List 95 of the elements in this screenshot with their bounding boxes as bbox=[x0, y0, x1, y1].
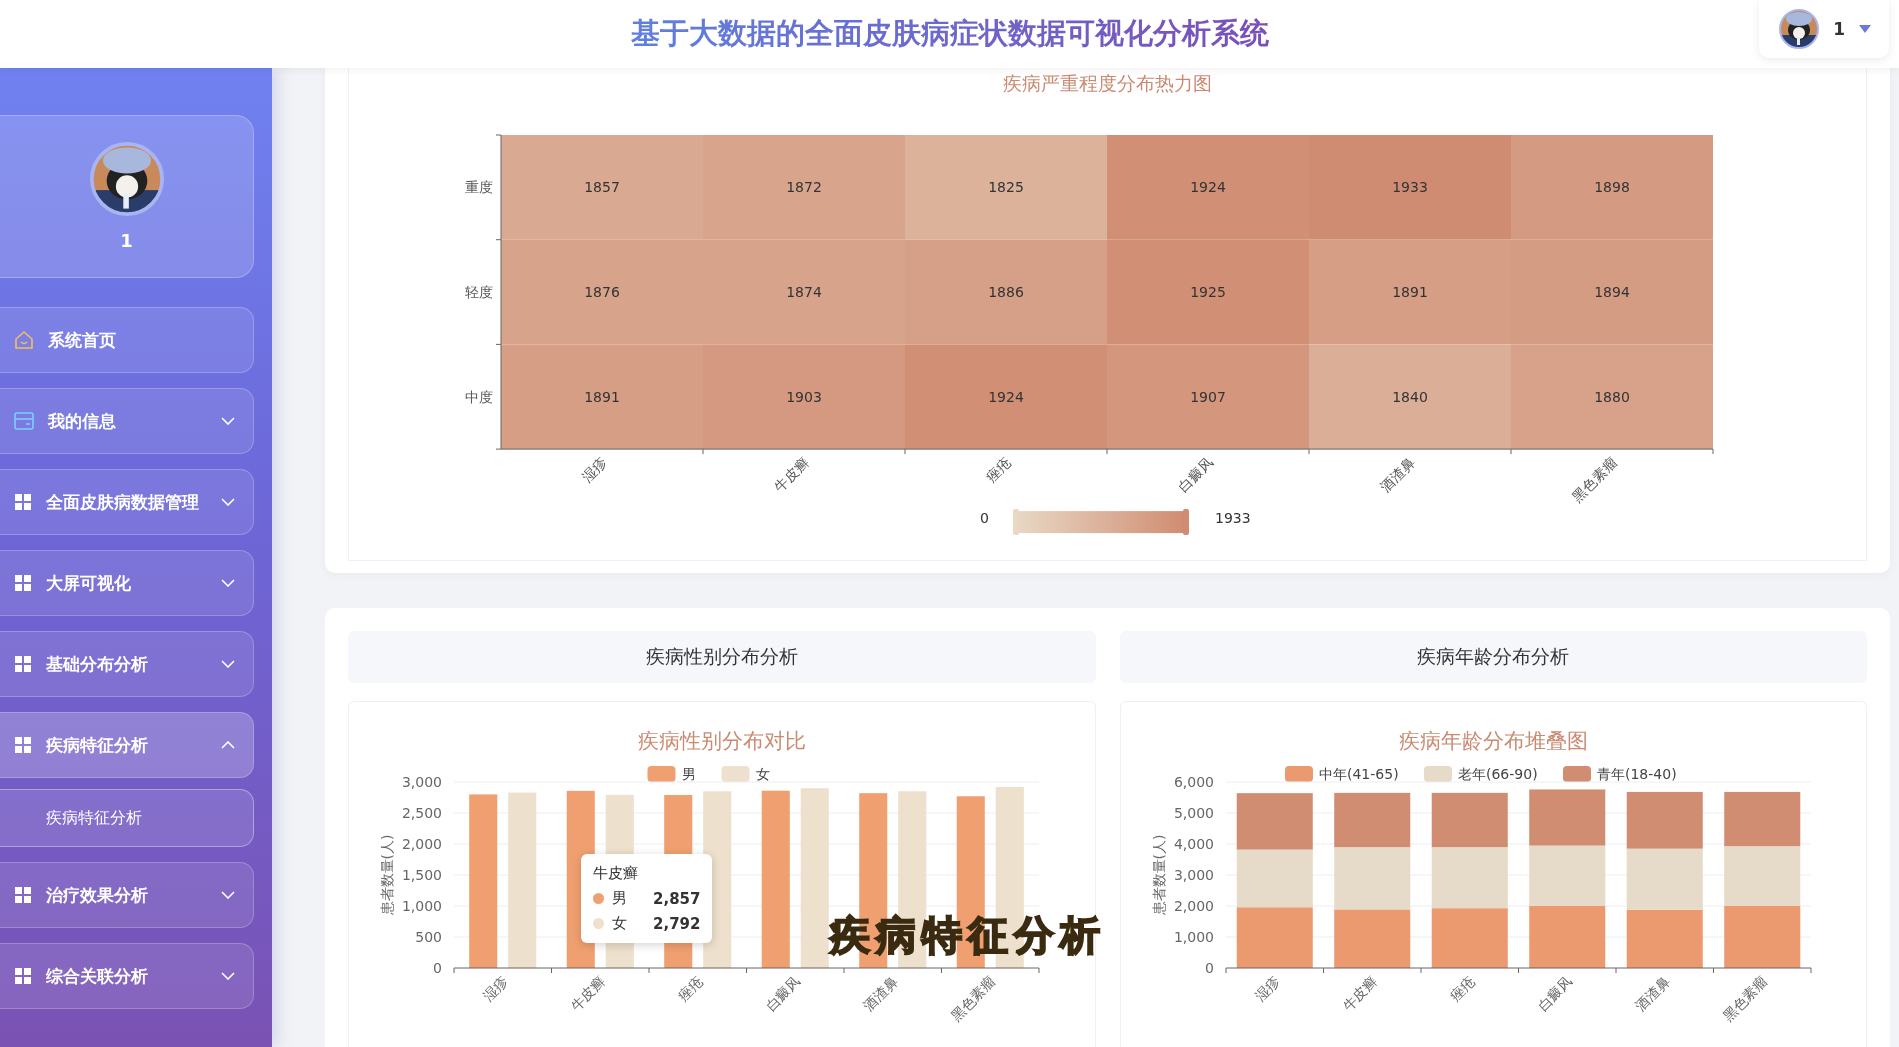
legend-item[interactable]: 老年(66-90) bbox=[1423, 766, 1538, 782]
axis-label: 牛皮癣 bbox=[567, 972, 609, 1014]
axis-label: 黑色素瘤 bbox=[1569, 453, 1621, 505]
cell-value: 1872 bbox=[786, 179, 822, 196]
menu-item[interactable]: 我的信息 bbox=[0, 388, 254, 454]
axis-label: 重度 bbox=[465, 179, 493, 196]
grid-icon bbox=[14, 574, 32, 592]
axis-label: 痤疮 bbox=[983, 453, 1015, 485]
menu-item[interactable]: 基础分布分析 bbox=[0, 631, 254, 697]
tick-label: 3,000 bbox=[401, 774, 442, 790]
tick-label: 1,000 bbox=[401, 898, 442, 914]
chart-title: 疾病性别分布对比 bbox=[637, 729, 806, 753]
axis-title: 患者数量(人) bbox=[379, 834, 395, 916]
tick-label: 6,000 bbox=[1173, 774, 1214, 790]
axis-label: 痤疮 bbox=[674, 972, 706, 1004]
grid-icon bbox=[14, 736, 32, 754]
cell-value: 1891 bbox=[1392, 284, 1428, 301]
tick-label: 4,000 bbox=[1173, 836, 1214, 852]
axis-label: 酒渣鼻 bbox=[1631, 972, 1673, 1014]
chart-title: 疾病严重程度分布热力图 bbox=[1003, 72, 1212, 95]
cell-value: 1857 bbox=[584, 179, 620, 196]
cell-value: 1903 bbox=[786, 388, 822, 405]
cell-value: 1924 bbox=[988, 388, 1024, 405]
cell-value: 1933 bbox=[1392, 179, 1428, 196]
axis-label: 湿疹 bbox=[1251, 972, 1283, 1004]
axis-label: 白癜风 bbox=[762, 972, 804, 1014]
user-menu[interactable]: 1 bbox=[1759, 0, 1889, 58]
menu-item[interactable]: 综合关联分析 bbox=[0, 943, 254, 1009]
tick-label: 2,000 bbox=[401, 836, 442, 852]
axis-label: 痤疮 bbox=[1446, 972, 1478, 1004]
legend-label: 中年(41-65) bbox=[1318, 766, 1399, 782]
legend-item[interactable]: 中年(41-65) bbox=[1284, 766, 1399, 782]
tick-label: 1,500 bbox=[401, 867, 442, 883]
legend-label: 老年(66-90) bbox=[1457, 766, 1538, 782]
cell-value: 1898 bbox=[1594, 179, 1630, 196]
home-icon bbox=[14, 330, 34, 350]
chart-title: 疾病年龄分布堆叠图 bbox=[1398, 729, 1588, 753]
axis-title: 患者数量(人) bbox=[1150, 834, 1167, 916]
axis-label: 轻度 bbox=[465, 284, 493, 301]
tick-label: 5,000 bbox=[1173, 805, 1214, 821]
legend-item[interactable]: 青年(18-40) bbox=[1562, 766, 1677, 782]
submenu-item[interactable]: 疾病特征分析 bbox=[0, 789, 254, 847]
cell-value: 1891 bbox=[584, 388, 620, 405]
cell-value: 1886 bbox=[988, 284, 1024, 301]
grid-icon bbox=[14, 655, 32, 673]
panel-heading: 疾病年龄分布分析 bbox=[1119, 631, 1867, 683]
legend-label: 青年(18-40) bbox=[1596, 766, 1677, 782]
cell-value: 1925 bbox=[1190, 284, 1226, 301]
legend-label: 男 bbox=[681, 766, 696, 782]
axis-label: 牛皮癣 bbox=[1338, 972, 1380, 1014]
cell-value: 1880 bbox=[1594, 388, 1630, 405]
user-name: 1 bbox=[120, 230, 133, 251]
cell-value: 1825 bbox=[988, 179, 1024, 196]
panel-heading: 疾病性别分布分析 bbox=[348, 631, 1096, 683]
axis-label: 黑色素瘤 bbox=[1718, 972, 1770, 1024]
axis-label: 湿疹 bbox=[579, 453, 611, 485]
menu-item[interactable]: 疾病特征分析 bbox=[0, 712, 254, 778]
cell-value: 1894 bbox=[1594, 284, 1630, 301]
caret-icon bbox=[1859, 25, 1871, 33]
series-value: 2,857 bbox=[653, 889, 701, 908]
cell-value: 1924 bbox=[1190, 179, 1226, 196]
cell-value: 1840 bbox=[1392, 388, 1428, 405]
axis-label: 黑色素瘤 bbox=[947, 972, 999, 1024]
series-name: 女 bbox=[612, 914, 627, 933]
cell-value: 1907 bbox=[1190, 388, 1226, 405]
scale-max-label: 1933 bbox=[1215, 510, 1251, 527]
series-name: 男 bbox=[612, 889, 627, 908]
menu-item[interactable]: 治疗效果分析 bbox=[0, 862, 254, 928]
axis-label: 湿疹 bbox=[479, 972, 511, 1004]
tick-label: 2,500 bbox=[401, 805, 442, 821]
tick-label: 0 bbox=[433, 960, 442, 976]
tooltip-title: 牛皮癣 bbox=[593, 864, 639, 883]
series-value: 2,792 bbox=[653, 914, 701, 933]
grid-icon bbox=[14, 967, 32, 985]
menu-item[interactable]: 系统首页 bbox=[0, 307, 254, 373]
legend-label: 女 bbox=[755, 766, 770, 782]
grid-icon bbox=[14, 886, 32, 904]
cell-value: 1876 bbox=[584, 284, 620, 301]
menu-item[interactable]: 全面皮肤病数据管理 bbox=[0, 469, 254, 535]
axis-label: 白癜风 bbox=[1533, 972, 1575, 1014]
grid-icon bbox=[14, 493, 32, 511]
axis-label: 酒渣鼻 bbox=[859, 972, 901, 1014]
axis-label: 白癜风 bbox=[1175, 453, 1217, 495]
tick-label: 0 bbox=[1204, 960, 1214, 976]
menu-item[interactable]: 大屏可视化 bbox=[0, 550, 254, 616]
scale-min-label: 0 bbox=[980, 510, 989, 527]
tick-label: 2,000 bbox=[1173, 898, 1214, 914]
cell-value: 1874 bbox=[786, 284, 822, 301]
axis-label: 酒渣鼻 bbox=[1377, 453, 1419, 495]
card-icon bbox=[14, 412, 34, 430]
axis-label: 牛皮癣 bbox=[771, 453, 813, 495]
tick-label: 500 bbox=[415, 929, 442, 945]
tick-label: 3,000 bbox=[1173, 867, 1214, 883]
axis-label: 中度 bbox=[465, 388, 493, 405]
tick-label: 1,000 bbox=[1173, 929, 1214, 945]
